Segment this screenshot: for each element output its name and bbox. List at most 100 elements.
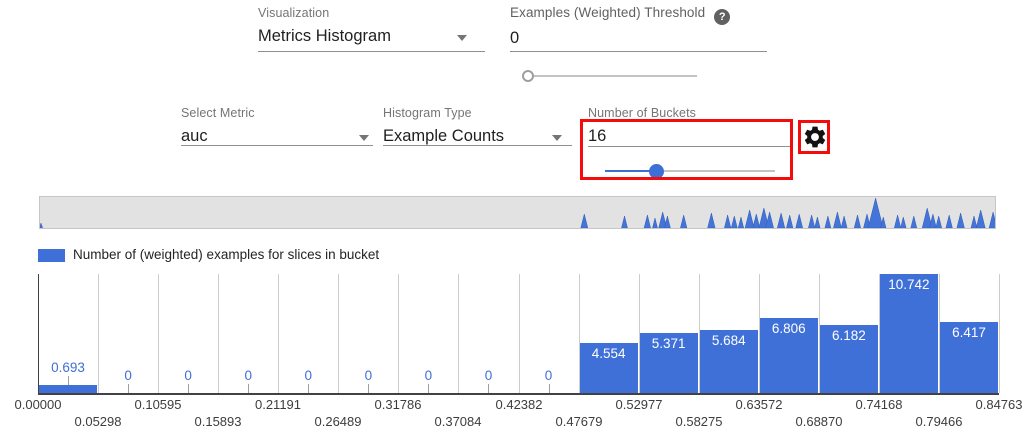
overview-spike (653, 218, 658, 228)
overview-spike (989, 212, 995, 228)
threshold-label-text: Examples (Weighted) Threshold (510, 5, 705, 20)
overview-spike (854, 215, 861, 228)
overview-spike (708, 213, 716, 228)
x-tick-label: 0.74168 (856, 397, 903, 412)
metrics-histogram-view: Visualization Metrics Histogram Examples… (0, 0, 1024, 432)
threshold-slider-thumb[interactable] (522, 70, 534, 82)
threshold-input[interactable]: 0 (510, 29, 767, 51)
overview-spike (724, 215, 731, 228)
overview-spike (894, 215, 901, 228)
threshold-control: Examples (Weighted) Threshold? 0 (510, 5, 767, 51)
x-tick-label: 0.10595 (135, 397, 182, 412)
bar-value-label: 6.417 (952, 325, 986, 340)
overview-spike (911, 216, 917, 228)
x-tick-label: 0.42382 (496, 397, 543, 412)
visualization-value: Metrics Histogram (258, 27, 391, 45)
overview-spike (815, 217, 821, 228)
overview-spike (825, 216, 831, 228)
x-tick-label: 0.15893 (195, 414, 242, 429)
histogram-plot-area: 0.693000000004.5545.3715.6846.8066.18210… (38, 274, 999, 393)
overview-spike (901, 217, 907, 228)
legend-swatch (38, 249, 65, 262)
x-tick-label: 0.21191 (255, 397, 301, 412)
overview-spike (745, 210, 754, 228)
x-tick-label: 0.68870 (796, 414, 843, 429)
threshold-value: 0 (510, 29, 519, 47)
y-axis-line (38, 274, 39, 393)
gridline (398, 274, 399, 393)
annotation-stem (128, 384, 129, 393)
gridline (158, 274, 159, 393)
overview-spike (731, 216, 737, 228)
metric-underline (181, 145, 373, 146)
x-tick-label: 0.37084 (435, 414, 482, 429)
bar-value-label: 0 (425, 368, 433, 383)
gridline (98, 274, 99, 393)
threshold-label: Examples (Weighted) Threshold? (510, 5, 767, 25)
x-tick-label: 0.63572 (736, 397, 783, 412)
bar-value-label: 0 (124, 368, 132, 383)
x-tick-label: 0.31786 (375, 397, 422, 412)
overview-spike (40, 223, 43, 228)
bar-value-label: 6.806 (772, 321, 806, 336)
metric-control: Select Metric auc (181, 106, 373, 149)
bar-value-label: 0 (485, 368, 493, 383)
annotation-stem (428, 384, 429, 393)
threshold-underline (510, 51, 767, 52)
bar-value-label: 5.371 (652, 336, 686, 351)
x-tick-label: 0.47679 (556, 414, 603, 429)
overview-spikes (40, 195, 995, 228)
x-tick-label: 0.05298 (75, 414, 122, 429)
overview-spike (786, 215, 793, 228)
metric-label: Select Metric (181, 106, 373, 120)
gridline (218, 274, 219, 393)
bar-value-label: 4.554 (592, 346, 626, 361)
visualization-label: Visualization (258, 6, 485, 20)
overview-spike (777, 213, 785, 228)
threshold-slider-track[interactable] (528, 75, 697, 77)
annotation-stem (308, 384, 309, 393)
gridline (278, 274, 279, 393)
chevron-down-icon (552, 135, 562, 141)
overview-spike (581, 214, 588, 228)
buckets-label: Number of Buckets (588, 106, 790, 120)
overview-spike (841, 216, 847, 228)
overview-spike (971, 216, 977, 228)
x-tick-label: 0.26489 (315, 414, 362, 429)
overview-spike (946, 215, 953, 228)
annotation-stem (68, 376, 69, 385)
overview-spike (976, 210, 985, 228)
histogram-type-label: Histogram Type (383, 106, 572, 120)
overview-spike (796, 214, 803, 228)
x-tick-label: 0.79466 (916, 414, 963, 429)
gridline (999, 274, 1000, 393)
slices-overview-strip (39, 196, 996, 229)
gridline (519, 274, 520, 393)
histogram-bar[interactable] (39, 385, 97, 393)
overview-spike (738, 217, 744, 228)
overview-spike (868, 198, 883, 228)
overview-spike (833, 212, 841, 228)
settings-button[interactable] (802, 124, 828, 150)
overview-spike (753, 214, 760, 228)
gridline (338, 274, 339, 393)
overview-spike (622, 216, 628, 228)
x-tick-label: 0.52977 (616, 397, 663, 412)
visualization-underline (258, 51, 485, 52)
visualization-control: Visualization Metrics Histogram (258, 6, 485, 49)
bar-value-label: 6.182 (832, 328, 866, 343)
bar-value-label: 0 (244, 368, 252, 383)
annotation-stem (248, 384, 249, 393)
annotation-stem (488, 384, 489, 393)
gear-icon (802, 124, 828, 150)
bar-value-label: 10.742 (888, 277, 929, 292)
bar-value-label: 0.693 (51, 360, 85, 375)
gridline (458, 274, 459, 393)
visualization-dropdown[interactable]: Metrics Histogram (258, 27, 485, 49)
overview-spike (936, 216, 942, 228)
metric-value: auc (181, 127, 208, 145)
annotation-stem (188, 384, 189, 393)
chevron-down-icon (359, 135, 369, 141)
overview-spike (644, 215, 651, 228)
help-icon[interactable]: ? (714, 9, 730, 25)
